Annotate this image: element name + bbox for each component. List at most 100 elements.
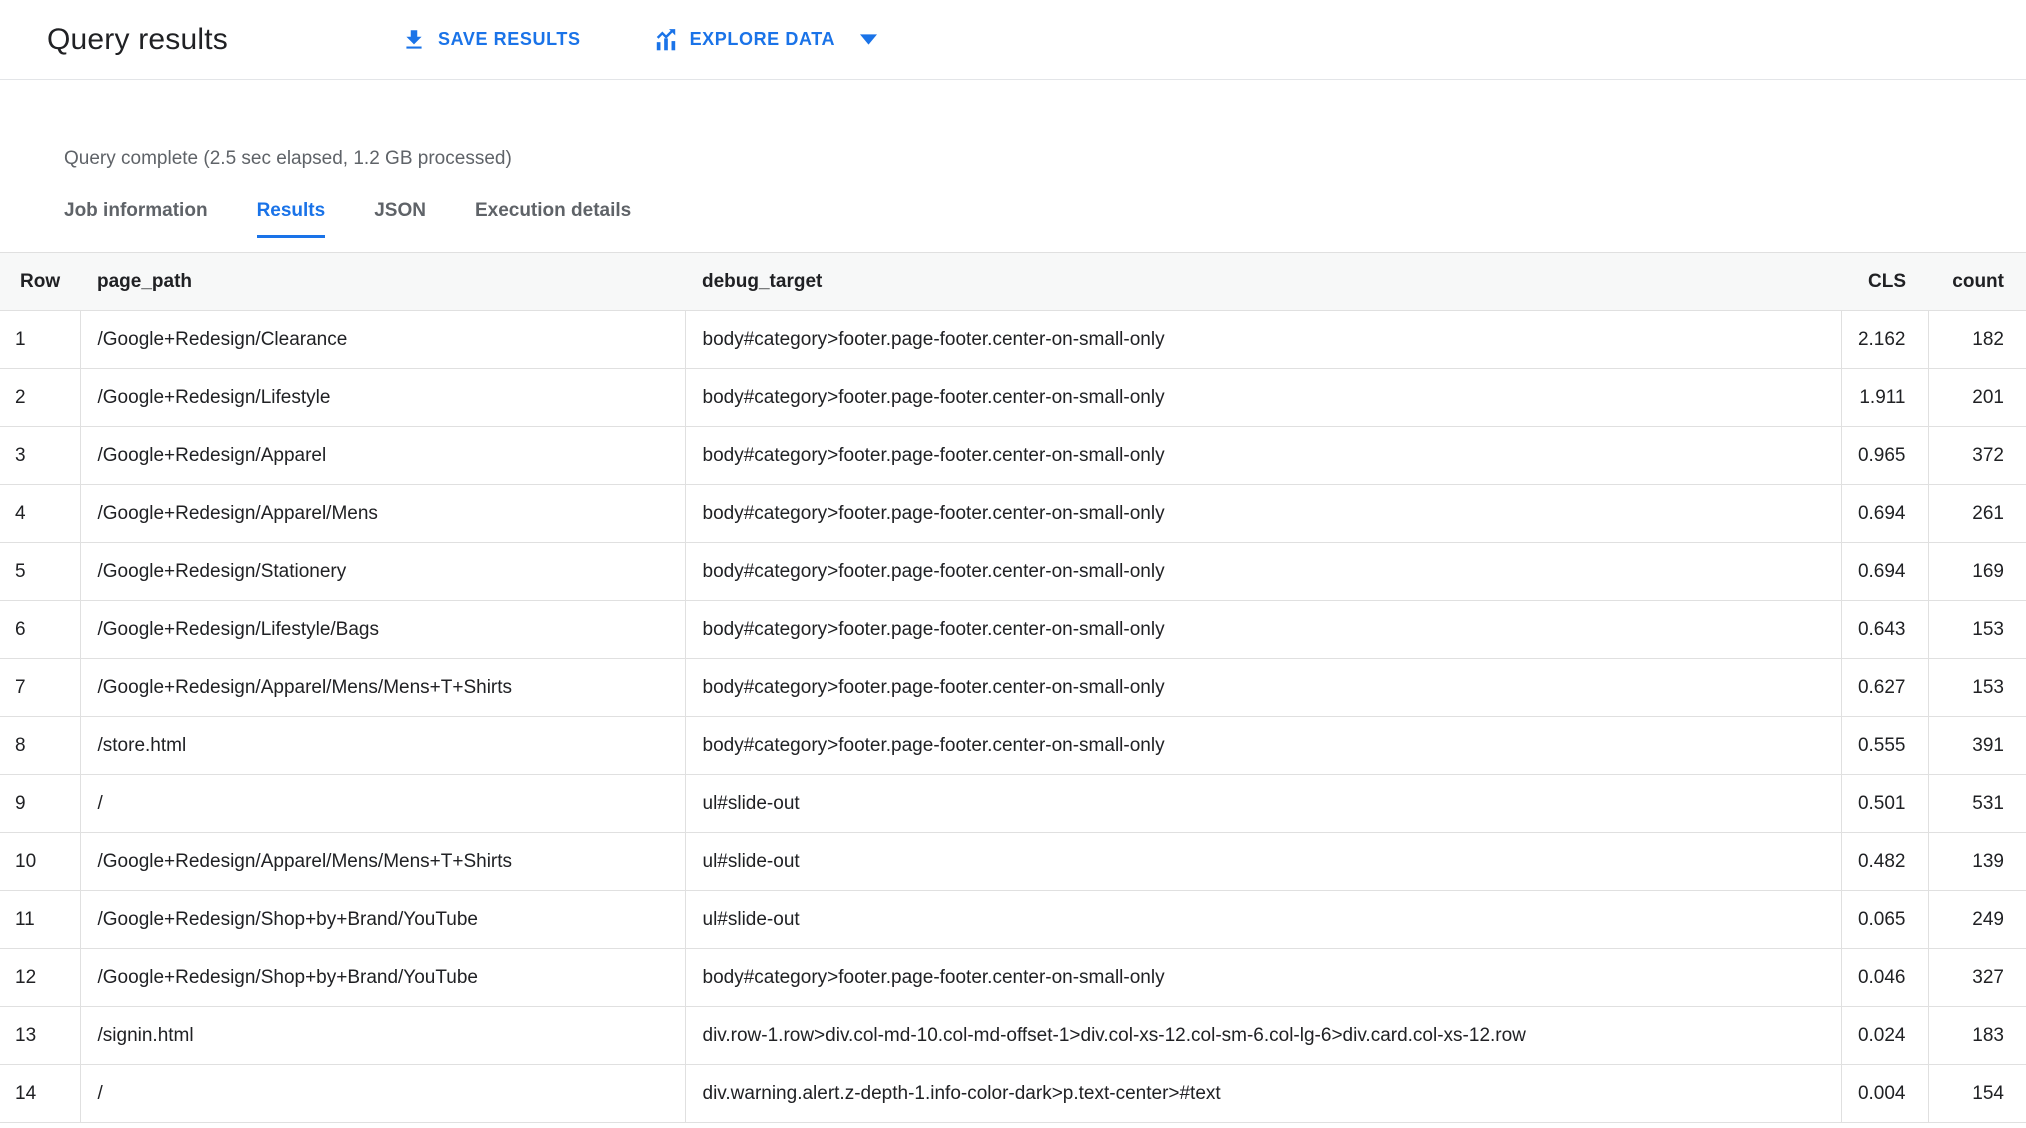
table-row: 5 /Google+Redesign/Stationery body#categ…	[0, 542, 2026, 601]
cell-cls: 0.046	[1841, 948, 1929, 1007]
cell-cls: 0.555	[1841, 716, 1929, 775]
cell-row-number: 8	[0, 716, 81, 775]
cell-debug-target: body#category>footer.page-footer.center-…	[685, 484, 1842, 543]
save-results-label: SAVE RESULTS	[438, 29, 581, 49]
cell-row-number: 2	[0, 368, 81, 427]
cell-debug-target: body#category>footer.page-footer.center-…	[685, 658, 1842, 717]
table-row: 13 /signin.html div.row-1.row>div.col-md…	[0, 1006, 2026, 1065]
column-header-row: Row	[0, 252, 80, 311]
cell-debug-target: ul#slide-out	[685, 774, 1842, 833]
cell-page-path: /Google+Redesign/Apparel/Mens/Mens+T+Shi…	[80, 832, 686, 891]
cell-count: 261	[1928, 484, 2026, 543]
cell-page-path: /Google+Redesign/Shop+by+Brand/YouTube	[80, 948, 686, 1007]
cell-cls: 0.965	[1841, 426, 1929, 485]
cell-count: 182	[1928, 310, 2026, 369]
cell-page-path: /Google+Redesign/Apparel/Mens/Mens+T+Shi…	[80, 658, 686, 717]
cell-count: 327	[1928, 948, 2026, 1007]
cell-count: 139	[1928, 832, 2026, 891]
table-row: 12 /Google+Redesign/Shop+by+Brand/YouTub…	[0, 948, 2026, 1007]
table-row: 3 /Google+Redesign/Apparel body#category…	[0, 426, 2026, 485]
query-status-text: Query complete (2.5 sec elapsed, 1.2 GB …	[64, 148, 512, 169]
cell-page-path: /Google+Redesign/Lifestyle	[80, 368, 686, 427]
cell-debug-target: body#category>footer.page-footer.center-…	[685, 716, 1842, 775]
table-row: 2 /Google+Redesign/Lifestyle body#catego…	[0, 368, 2026, 427]
cell-cls: 0.643	[1841, 600, 1929, 659]
cell-cls: 0.501	[1841, 774, 1929, 833]
cell-count: 372	[1928, 426, 2026, 485]
page-title: Query results	[47, 22, 228, 56]
download-icon	[401, 27, 427, 53]
cell-count: 153	[1928, 600, 2026, 659]
cell-row-number: 10	[0, 832, 81, 891]
cell-debug-target: body#category>footer.page-footer.center-…	[685, 426, 1842, 485]
column-header-page-path: page_path	[80, 252, 685, 311]
cell-count: 391	[1928, 716, 2026, 775]
cell-debug-target: ul#slide-out	[685, 832, 1842, 891]
cell-row-number: 9	[0, 774, 81, 833]
cell-row-number: 7	[0, 658, 81, 717]
cell-page-path: /Google+Redesign/Apparel	[80, 426, 686, 485]
cell-row-number: 11	[0, 890, 81, 949]
cell-row-number: 14	[0, 1064, 81, 1123]
explore-data-button[interactable]: EXPLORE DATA	[653, 27, 878, 53]
caret-down-icon	[860, 34, 878, 45]
cell-count: 201	[1928, 368, 2026, 427]
cell-debug-target: body#category>footer.page-footer.center-…	[685, 368, 1842, 427]
cell-debug-target: body#category>footer.page-footer.center-…	[685, 310, 1842, 369]
cell-row-number: 13	[0, 1006, 81, 1065]
tab-job-information[interactable]: Job information	[64, 200, 208, 238]
cell-page-path: /signin.html	[80, 1006, 686, 1065]
cell-cls: 0.024	[1841, 1006, 1929, 1065]
cell-cls: 0.004	[1841, 1064, 1929, 1123]
cell-page-path: /Google+Redesign/Clearance	[80, 310, 686, 369]
table-header-row: Row page_path debug_target CLS count	[0, 252, 2026, 311]
cell-count: 249	[1928, 890, 2026, 949]
table-row: 1 /Google+Redesign/Clearance body#catego…	[0, 310, 2026, 369]
cell-row-number: 6	[0, 600, 81, 659]
cell-cls: 2.162	[1841, 310, 1929, 369]
table-row: 8 /store.html body#category>footer.page-…	[0, 716, 2026, 775]
table-row: 14 / div.warning.alert.z-depth-1.info-co…	[0, 1064, 2026, 1123]
cell-row-number: 5	[0, 542, 81, 601]
cell-cls: 0.694	[1841, 484, 1929, 543]
cell-debug-target: body#category>footer.page-footer.center-…	[685, 948, 1842, 1007]
cell-row-number: 1	[0, 310, 81, 369]
table-row: 6 /Google+Redesign/Lifestyle/Bags body#c…	[0, 600, 2026, 659]
cell-count: 153	[1928, 658, 2026, 717]
cell-page-path: /store.html	[80, 716, 686, 775]
tab-execution-details[interactable]: Execution details	[475, 200, 631, 238]
table-row: 7 /Google+Redesign/Apparel/Mens/Mens+T+S…	[0, 658, 2026, 717]
tab-json[interactable]: JSON	[374, 200, 426, 238]
cell-count: 183	[1928, 1006, 2026, 1065]
cell-count: 169	[1928, 542, 2026, 601]
results-table: Row page_path debug_target CLS count 1 /…	[0, 252, 2026, 1123]
chart-icon	[653, 27, 679, 53]
column-header-debug-target: debug_target	[685, 252, 1841, 311]
cell-debug-target: ul#slide-out	[685, 890, 1842, 949]
cell-count: 154	[1928, 1064, 2026, 1123]
cell-row-number: 4	[0, 484, 81, 543]
table-row: 9 / ul#slide-out 0.501 531	[0, 774, 2026, 833]
cell-page-path: /Google+Redesign/Stationery	[80, 542, 686, 601]
table-row: 11 /Google+Redesign/Shop+by+Brand/YouTub…	[0, 890, 2026, 949]
cell-count: 531	[1928, 774, 2026, 833]
cell-cls: 0.694	[1841, 542, 1929, 601]
cell-cls: 0.065	[1841, 890, 1929, 949]
cell-page-path: /	[80, 1064, 686, 1123]
cell-debug-target: div.row-1.row>div.col-md-10.col-md-offse…	[685, 1006, 1842, 1065]
cell-row-number: 3	[0, 426, 81, 485]
cell-debug-target: body#category>footer.page-footer.center-…	[685, 542, 1842, 601]
save-results-button[interactable]: SAVE RESULTS	[401, 27, 581, 53]
table-row: 10 /Google+Redesign/Apparel/Mens/Mens+T+…	[0, 832, 2026, 891]
query-results-header: Query results SAVE RESULTS EXPLORE DATA	[0, 0, 2026, 80]
results-tabs: Job information Results JSON Execution d…	[64, 200, 2026, 238]
column-header-count: count	[1928, 252, 2026, 311]
cell-page-path: /	[80, 774, 686, 833]
explore-data-label: EXPLORE DATA	[689, 29, 836, 49]
cell-page-path: /Google+Redesign/Shop+by+Brand/YouTube	[80, 890, 686, 949]
tab-results[interactable]: Results	[256, 200, 326, 238]
cell-cls: 0.482	[1841, 832, 1929, 891]
cell-page-path: /Google+Redesign/Apparel/Mens	[80, 484, 686, 543]
column-header-cls: CLS	[1841, 252, 1928, 311]
cell-page-path: /Google+Redesign/Lifestyle/Bags	[80, 600, 686, 659]
